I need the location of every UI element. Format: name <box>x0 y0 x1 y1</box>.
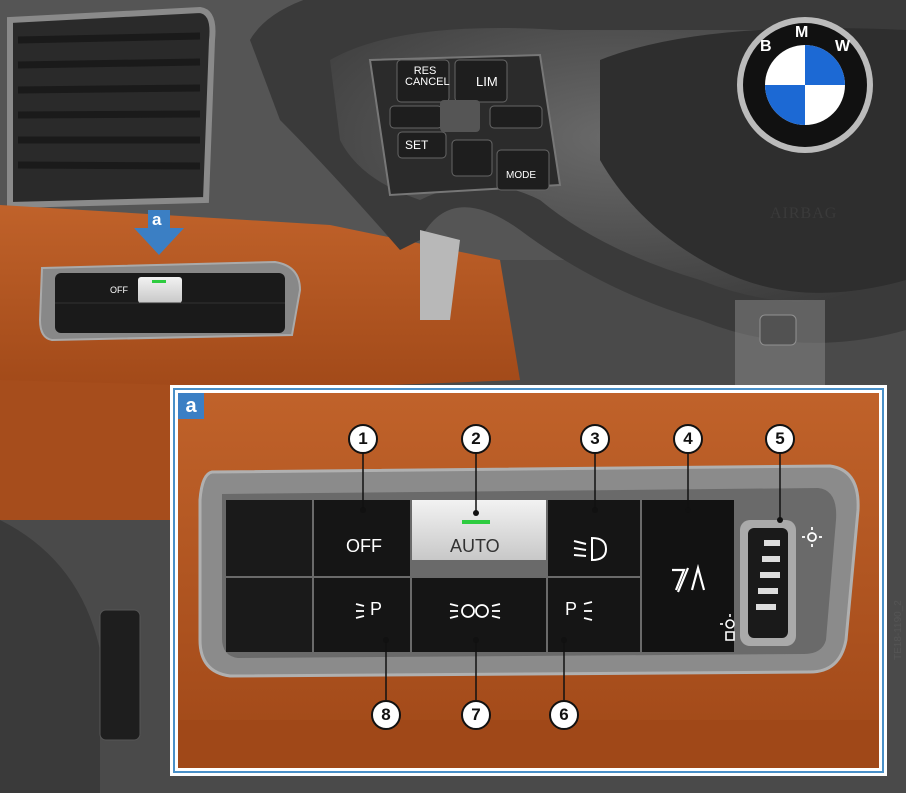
dimmer-wheel <box>740 520 796 646</box>
parking-light-side-p-label: P <box>565 599 578 619</box>
callout-7: 7 <box>461 700 491 730</box>
callout-8: 8 <box>371 700 401 730</box>
air-vent <box>7 6 216 209</box>
mini-light-panel <box>38 260 302 342</box>
callout-4: 4 <box>673 424 703 454</box>
bmw-letter-m: M <box>795 24 809 41</box>
off-button-label: OFF <box>346 536 382 556</box>
callout-6: 6 <box>549 700 579 730</box>
lim-label: LIM <box>476 74 498 89</box>
callout-5: 5 <box>765 424 795 454</box>
bmw-letter-w: W <box>835 38 851 55</box>
marker-a-label: a <box>152 210 162 229</box>
detail-leather-bottom <box>178 720 879 768</box>
illustration: RES CANCEL LIM SET MODE AIRBAG B M W OFF… <box>0 0 906 793</box>
mode-label: MODE <box>506 170 536 181</box>
pedal <box>99 609 141 741</box>
bmw-letter-b: B <box>760 38 772 55</box>
image-code: TE18-1190_2 <box>893 600 904 660</box>
console-trim <box>735 300 825 390</box>
callout-3: 3 <box>580 424 610 454</box>
leather-trim-left <box>0 380 180 520</box>
set-label: SET <box>405 138 429 152</box>
airbag-label: AIRBAG <box>770 205 838 222</box>
car-interior-illustration <box>0 0 906 793</box>
mini-off-label: OFF <box>110 285 128 295</box>
auto-indicator-led <box>462 520 490 524</box>
thumbwheel <box>440 100 480 132</box>
parking-light-p-label: P <box>370 599 383 619</box>
callout-1: 1 <box>348 424 378 454</box>
callout-2: 2 <box>461 424 491 454</box>
auto-button-label: AUTO <box>450 536 500 556</box>
detail-tag-a: a <box>178 393 204 419</box>
res-cancel-label: RES CANCEL <box>405 66 450 88</box>
cancel-label: CANCEL <box>405 76 450 88</box>
